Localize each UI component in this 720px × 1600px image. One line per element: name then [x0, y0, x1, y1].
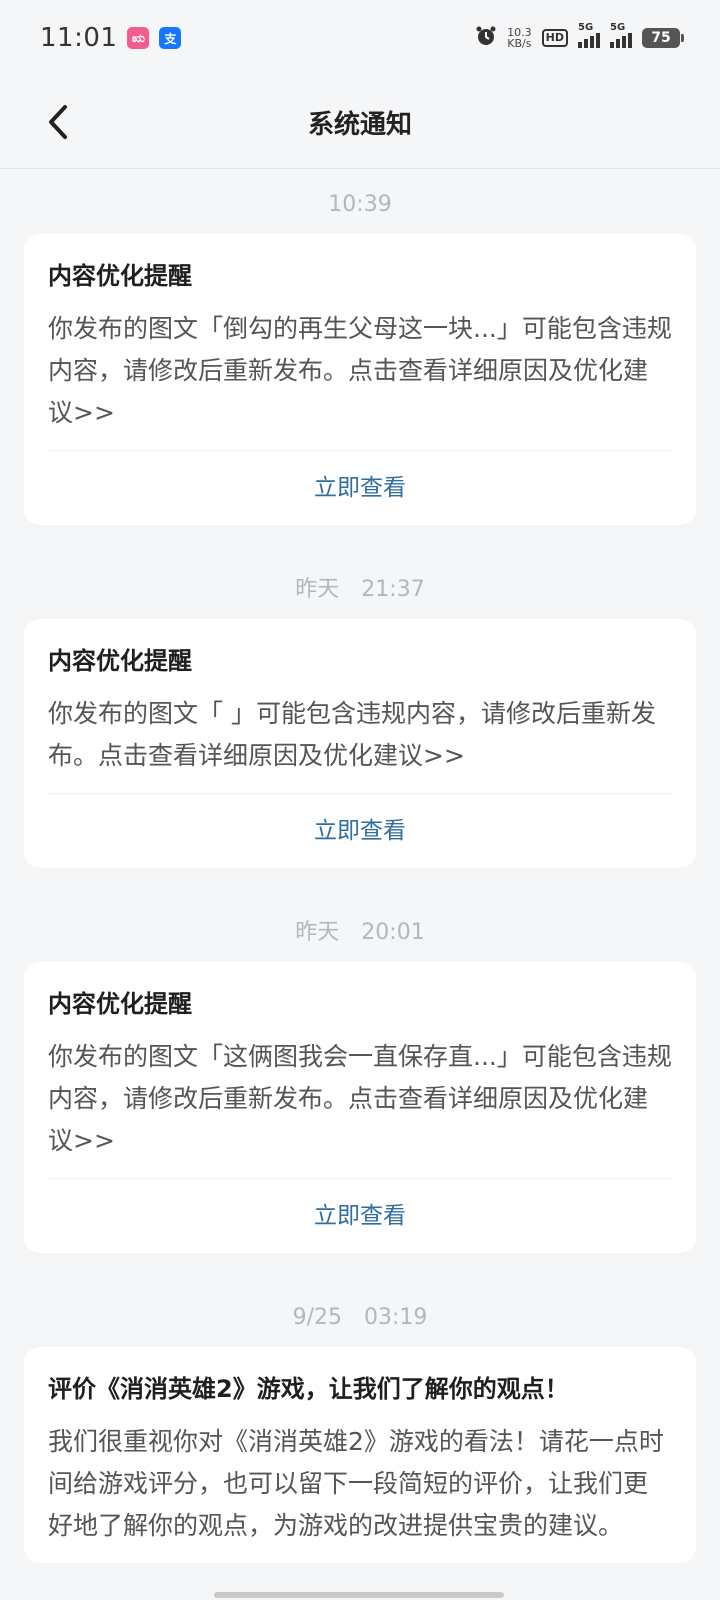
notification-time: 昨天 21:37 [295, 577, 425, 602]
notification-card[interactable]: 评价《消消英雄2》游戏，让我们了解你的观点！ 我们很重视你对《消消英雄2》游戏的… [24, 1347, 696, 1563]
status-left: 11:01 ಋ 支 [40, 23, 182, 53]
notification-time: 10:39 [328, 192, 392, 217]
notification-time: 昨天 20:01 [295, 920, 425, 945]
notification-body[interactable]: 我们很重视你对《消消英雄2》游戏的看法！请花一点时间给游戏评分，也可以留下一段简… [48, 1421, 672, 1563]
notification-body[interactable]: 你发布的图文「倒勾的再生父母这一块...」可能包含违规内容，请修改后重新发布。点… [48, 308, 672, 451]
notification-card[interactable]: 内容优化提醒 你发布的图文「这俩图我会一直保存直...」可能包含违规内容，请修改… [24, 962, 696, 1253]
status-right: 10.3 KB/s HD 5G 5G 75 [475, 22, 684, 51]
notification-time: 9/25 03:19 [292, 1305, 428, 1330]
status-time: 11:01 [40, 23, 118, 53]
view-now-button[interactable]: 立即查看 [48, 451, 672, 525]
sim2-network-label: 5G [610, 22, 626, 33]
notification-body[interactable]: 你发布的图文「这俩图我会一直保存直...」可能包含违规内容，请修改后重新发布。点… [48, 1036, 672, 1179]
signal-sim2-icon: 5G [610, 22, 632, 48]
nav-bar: 系统通知 [0, 76, 720, 169]
notification-feed[interactable]: 10:39 内容优化提醒 你发布的图文「倒勾的再生父母这一块...」可能包含违规… [0, 168, 720, 1563]
notification-title: 内容优化提醒 [48, 990, 192, 1018]
back-button[interactable] [34, 98, 82, 146]
notification-card[interactable]: 内容优化提醒 你发布的图文「倒勾的再生父母这一块...」可能包含违规内容，请修改… [24, 234, 696, 525]
notification-body[interactable]: 你发布的图文「 」可能包含违规内容，请修改后重新发布。点击查看详细原因及优化建议… [48, 693, 672, 794]
notification-card[interactable]: 内容优化提醒 你发布的图文「 」可能包含违规内容，请修改后重新发布。点击查看详细… [24, 619, 696, 868]
notification-title: 内容优化提醒 [48, 262, 192, 290]
chevron-left-icon [49, 105, 67, 139]
alipay-app-icon: 支 [159, 27, 182, 49]
network-speed-unit: KB/s [507, 37, 532, 50]
sim1-network-label: 5G [578, 22, 594, 33]
notification-title: 评价《消消英雄2》游戏，让我们了解你的观点！ [48, 1375, 569, 1403]
status-bar: 11:01 ಋ 支 10.3 KB/s HD 5G 5G 75 [0, 0, 720, 76]
view-now-button[interactable]: 立即查看 [48, 794, 672, 868]
notification-title: 内容优化提醒 [48, 647, 192, 675]
battery-level: 75 [651, 30, 671, 46]
battery-icon: 75 [642, 28, 684, 48]
signal-sim1-icon: 5G [578, 22, 600, 48]
alarm-icon [475, 25, 497, 51]
page-title: 系统通知 [307, 109, 412, 140]
network-speed: 10.3 KB/s [507, 27, 532, 49]
home-indicator[interactable] [214, 1592, 504, 1598]
view-now-button[interactable]: 立即查看 [48, 1179, 672, 1253]
hd-voice-icon: HD [541, 29, 568, 47]
bilibili-app-icon: ಋ [127, 27, 150, 49]
